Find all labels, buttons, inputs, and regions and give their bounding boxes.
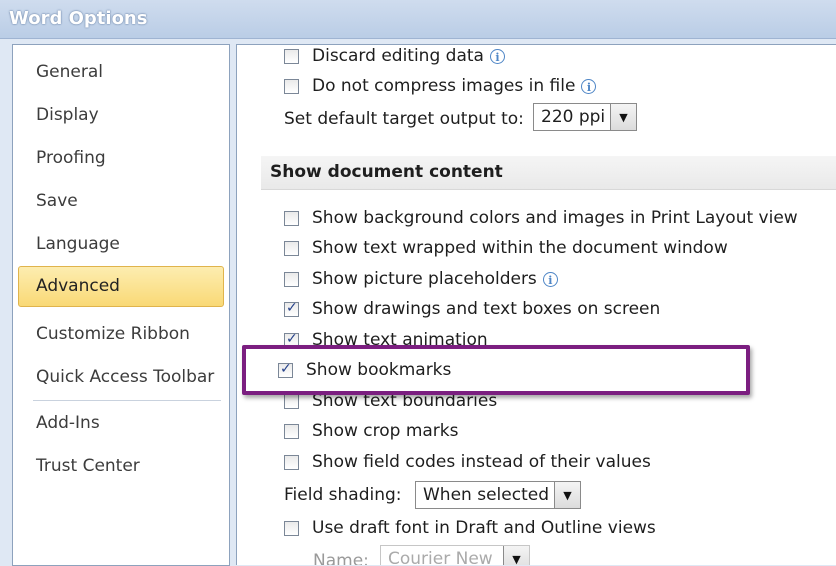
target-output-label: Set default target output to: (284, 109, 524, 129)
sidebar-item-general[interactable]: General (17, 52, 223, 92)
target-output-dropdown[interactable]: 220 ppi ▼ (533, 103, 637, 131)
sidebar-item-save[interactable]: Save (17, 181, 223, 221)
target-output-value: 220 ppi (541, 107, 606, 127)
info-icon: i (542, 271, 558, 287)
info-icon: i (581, 78, 597, 94)
info-icon: i (489, 48, 505, 64)
option-label: Show picture placeholders (312, 269, 537, 289)
show-text-wrapped-option[interactable]: Show text wrapped within the document wi… (284, 237, 728, 259)
show-background-colors-option[interactable]: Show background colors and images in Pri… (284, 207, 798, 229)
chevron-down-icon[interactable]: ▼ (610, 104, 636, 130)
show-drawings-checkbox[interactable] (284, 300, 299, 317)
chevron-down-icon[interactable]: ▼ (503, 546, 529, 565)
draft-font-name-value: Courier New (388, 549, 493, 565)
field-shading-dropdown[interactable]: When selected ▼ (415, 481, 581, 509)
sidebar-item-advanced[interactable]: Advanced (18, 266, 224, 307)
sidebar-item-trust-center[interactable]: Trust Center (17, 446, 223, 486)
do-not-compress-checkbox[interactable] (284, 78, 299, 94)
show-background-colors-checkbox[interactable] (284, 210, 299, 226)
show-crop-marks-option[interactable]: Show crop marks (284, 420, 459, 442)
option-label: Show bookmarks (306, 360, 452, 380)
option-label: Use draft font in Draft and Outline view… (312, 518, 656, 538)
field-shading-label: Field shading: (284, 485, 402, 505)
show-field-codes-checkbox[interactable] (284, 454, 299, 470)
discard-editing-data-checkbox[interactable] (284, 48, 299, 64)
section-header-show-document-content: Show document content (261, 156, 836, 190)
sidebar-item-add-ins[interactable]: Add-Ins (17, 403, 223, 443)
do-not-compress-label: Do not compress images in file (312, 76, 576, 96)
show-bookmarks-option[interactable]: Show bookmarks (278, 359, 451, 381)
callout-highlight-show-bookmarks: Show bookmarks (242, 345, 750, 395)
show-text-boundaries-checkbox[interactable] (284, 393, 299, 409)
show-picture-placeholders-option[interactable]: Show picture placeholders i (284, 268, 558, 290)
draft-font-name-dropdown[interactable]: Courier New ▼ (380, 545, 530, 565)
show-text-wrapped-checkbox[interactable] (284, 240, 299, 256)
discard-editing-data-option[interactable]: Discard editing data i (284, 45, 505, 67)
draft-font-name-label: Name: (313, 551, 369, 565)
show-picture-placeholders-checkbox[interactable] (284, 271, 299, 287)
title-bar: Word Options (0, 0, 836, 39)
sidebar-item-display[interactable]: Display (17, 95, 223, 135)
option-label: Show field codes instead of their values (312, 452, 651, 472)
option-label: Show drawings and text boxes on screen (312, 299, 661, 319)
sidebar-item-proofing[interactable]: Proofing (17, 138, 223, 178)
draft-font-option[interactable]: Use draft font in Draft and Outline view… (284, 517, 656, 539)
field-shading-value: When selected (423, 485, 549, 505)
show-field-codes-option[interactable]: Show field codes instead of their values (284, 451, 651, 473)
do-not-compress-option[interactable]: Do not compress images in file i (284, 75, 597, 97)
sidebar-item-customize-ribbon[interactable]: Customize Ribbon (17, 314, 223, 354)
options-sidebar: General Display Proofing Save Language A… (12, 44, 230, 566)
draft-font-checkbox[interactable] (284, 520, 299, 536)
sidebar-item-quick-access-toolbar[interactable]: Quick Access Toolbar (17, 357, 223, 397)
option-label: Show background colors and images in Pri… (312, 208, 798, 228)
show-crop-marks-checkbox[interactable] (284, 423, 299, 439)
option-label: Show text wrapped within the document wi… (312, 238, 728, 258)
sidebar-item-language[interactable]: Language (17, 224, 223, 264)
chevron-down-icon[interactable]: ▼ (554, 482, 580, 508)
advanced-options-panel: Discard editing data i Do not compress i… (236, 44, 836, 565)
window-title: Word Options (9, 8, 148, 29)
discard-editing-data-label: Discard editing data (312, 46, 484, 66)
show-bookmarks-checkbox[interactable] (278, 361, 293, 378)
show-drawings-option[interactable]: Show drawings and text boxes on screen (284, 298, 660, 320)
option-label: Show crop marks (312, 421, 459, 441)
sidebar-divider (33, 400, 221, 401)
